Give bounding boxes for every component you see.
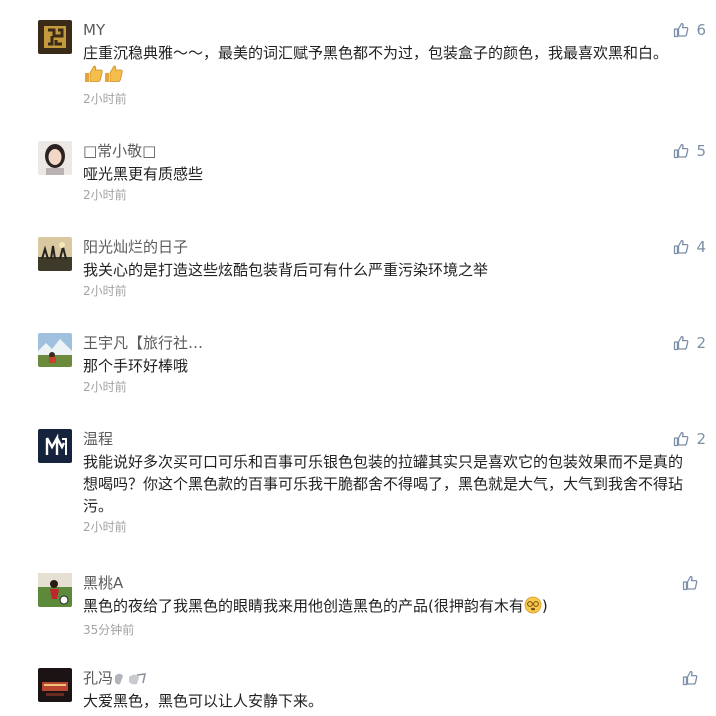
dizzy-face-icon [524,596,542,620]
like-count: 4 [696,238,706,256]
like-button[interactable]: 2 [673,429,706,449]
like-button[interactable]: 2 [673,333,706,353]
thumbs-up-icon [674,335,689,351]
thumbs-up-icon [682,575,698,591]
thumbs-up-icon [674,431,689,447]
comment-body: 那个手环好棒哦 2小时前 [83,355,683,396]
like-count: 5 [696,142,706,160]
comment-time: 2小时前 [83,520,127,534]
avatar[interactable] [38,237,72,271]
avatar[interactable] [38,573,72,607]
comment-text: 我关心的是打造这些炫酷包装背后可有什么严重污染环境之举 [83,261,489,279]
comment-time: 2小时前 [83,284,127,298]
username-text: 孔冯 [83,669,114,687]
comment-text: 我能说好多次买可口可乐和百事可乐银色包装的拉罐其实只是喜欢它的包装效果而不是真的… [83,453,684,515]
like-button[interactable]: 5 [673,141,706,161]
avatar-image [38,237,72,271]
thumbs-up-icon [674,239,689,255]
comment-text: 那个手环好棒哦 [83,357,189,375]
comment-time: 2小时前 [83,380,127,394]
avatar[interactable] [38,429,72,463]
comment-text: 大爱黑色，黑色可以让人安静下来。 [83,692,324,710]
comment-body: 我能说好多次买可口可乐和百事可乐银色包装的拉罐其实只是喜欢它的包装效果而不是真的… [83,451,683,536]
comment-username[interactable]: 王宇凡【旅行社… [83,333,203,353]
thumbs-up-icon [682,670,698,686]
avatar[interactable] [38,668,72,702]
avatar[interactable] [38,333,72,367]
like-button[interactable] [682,573,698,593]
avatar-image [38,333,72,367]
comment-text: 庄重沉稳典雅～～，最美的词汇赋予黑色都不为过，包装盒子的颜色，我最喜欢黑和白。 [83,44,669,62]
comment-text: 哑光黑更有质感些 [83,165,204,183]
like-count: 2 [696,334,706,352]
avatar[interactable] [38,20,72,54]
comment-item: 阳光灿烂的日子 我关心的是打造这些炫酷包装背后可有什么严重污染环境之举 2小时前… [0,237,716,307]
comment-username[interactable]: 温程 [83,429,113,449]
comment-body: 我关心的是打造这些炫酷包装背后可有什么严重污染环境之举 2小时前 [83,259,683,300]
avatar-image [38,141,72,175]
comment-body: 大爱黑色，黑色可以让人安静下来。 [83,690,683,712]
comment-item: 王宇凡【旅行社… 那个手环好棒哦 2小时前 2 [0,333,716,403]
comment-item: □常小敬□ 哑光黑更有质感些 2小时前 5 [0,141,716,211]
like-button[interactable]: 4 [673,237,706,257]
comment-time: 2小时前 [83,92,127,106]
thumbs-up-icon [103,65,123,89]
comment-body: 哑光黑更有质感些 2小时前 [83,163,683,204]
comment-text: 黑色的夜给了我黑色的眼睛我来用他创造黑色的产品(很押韵有木有 [83,597,524,615]
comment-username[interactable]: 阳光灿烂的日子 [83,237,188,257]
comment-item: 温程 我能说好多次买可口可乐和百事可乐银色包装的拉罐其实只是喜欢它的包装效果而不… [0,429,716,544]
like-count: 2 [696,430,706,448]
thumbs-up-icon [674,22,689,38]
comment-item: MY 庄重沉稳典雅～～，最美的词汇赋予黑色都不为过，包装盒子的颜色，我最喜欢黑和… [0,20,716,120]
avatar-image [38,429,72,463]
comment-username[interactable]: 孔冯 [83,668,147,691]
avatar-image [38,573,72,607]
comment-body: 黑色的夜给了我黑色的眼睛我来用他创造黑色的产品(很押韵有木有 ) 35分钟前 [83,595,683,639]
clap-hands-icon [113,671,147,691]
like-button[interactable] [682,668,698,688]
comment-text-tail: ) [541,597,548,615]
avatar-image [38,668,72,702]
like-count: 6 [696,21,706,39]
avatar[interactable] [38,141,72,175]
comment-item: 黑桃A 黑色的夜给了我黑色的眼睛我来用他创造黑色的产品(很押韵有木有 ) 35分… [0,573,716,643]
comment-username[interactable]: □常小敬□ [83,141,156,161]
thumbs-up-icon [674,143,689,159]
comment-item: 孔冯 大爱黑色，黑色可以让人安静下来。 [0,668,716,716]
avatar-image [38,20,72,54]
comment-username[interactable]: MY [83,20,105,40]
comment-time: 2小时前 [83,188,127,202]
thumbs-up-icon [83,65,103,89]
comment-time: 35分钟前 [83,623,135,637]
comment-username[interactable]: 黑桃A [83,573,123,593]
like-button[interactable]: 6 [673,20,706,40]
comment-body: 庄重沉稳典雅～～，最美的词汇赋予黑色都不为过，包装盒子的颜色，我最喜欢黑和白。 … [83,42,683,108]
